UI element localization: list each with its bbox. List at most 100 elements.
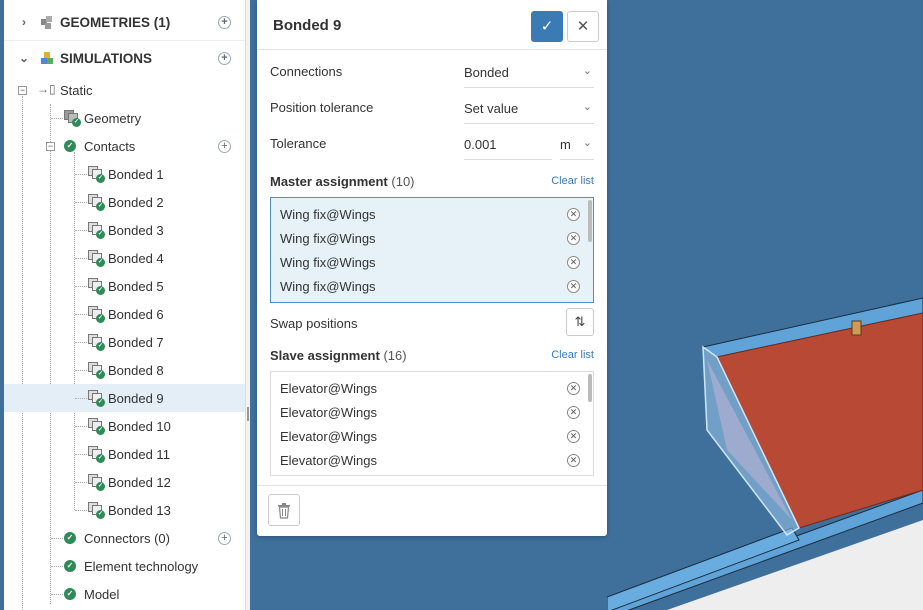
list-item[interactable]: Wing fix@Wings ✕ — [280, 203, 580, 227]
chevron-down-icon: ⌄ — [582, 65, 592, 77]
tree-item-bonded[interactable]: ✓ Bonded 1 — [4, 160, 245, 188]
add-contact-button[interactable]: + — [218, 139, 231, 153]
tree-item-bonded[interactable]: ✓ Bonded 3 — [4, 216, 245, 244]
tree-item-geometry[interactable]: ✓ Geometry — [4, 104, 245, 132]
unit-value: m — [560, 137, 571, 152]
tree-item-bonded-selected[interactable]: ✓ Bonded 9 — [4, 384, 245, 412]
tree-item-model[interactable]: ✓ Model — [4, 580, 245, 608]
bonded-contact-icon: ✓ — [88, 250, 105, 267]
tree-line — [75, 258, 87, 259]
assignment-title: Slave assignment (16) — [270, 348, 407, 363]
tree-item-bonded[interactable]: ✓ Bonded 2 — [4, 188, 245, 216]
tree-item-bonded[interactable]: ✓ Bonded 10 — [4, 412, 245, 440]
item-label: Wing fix@Wings — [280, 231, 376, 246]
add-simulation-button[interactable]: + — [218, 51, 231, 65]
position-tolerance-select[interactable]: Set value ⌄ — [464, 92, 594, 124]
clear-slave-list-link[interactable]: Clear list — [551, 349, 594, 361]
tree-item-label: Bonded 5 — [108, 278, 164, 294]
tree-section-label: SIMULATIONS — [60, 50, 152, 66]
list-item[interactable]: Wing fix@Wings ✕ — [280, 251, 580, 275]
tree-line — [75, 314, 87, 315]
clear-master-list-link[interactable]: Clear list — [551, 175, 594, 187]
check-circle-icon: ✓ — [64, 532, 76, 544]
bonded-contact-icon: ✓ — [88, 502, 105, 519]
bonded-contact-icon: ✓ — [88, 222, 105, 239]
tree-line — [75, 174, 87, 175]
tree-item-label: Element technology — [84, 558, 199, 574]
add-connector-button[interactable]: + — [218, 531, 231, 545]
slave-assignment-list[interactable]: Elevator@Wings ✕ Elevator@Wings ✕ Elevat… — [270, 371, 594, 476]
tolerance-input[interactable]: 0.001 — [464, 128, 552, 160]
check-circle-icon: ✓ — [64, 140, 76, 152]
chevron-right-icon[interactable]: › — [18, 15, 30, 29]
tolerance-unit-select[interactable]: m ⌄ — [560, 128, 594, 160]
bonded-contact-icon: ✓ — [88, 474, 105, 491]
list-scrollbar[interactable] — [588, 200, 592, 242]
tree-item-bonded[interactable]: ✓ Bonded 6 — [4, 300, 245, 328]
simulations-icon — [41, 52, 53, 64]
tree-item-bonded[interactable]: ✓ Bonded 11 — [4, 440, 245, 468]
remove-item-icon[interactable]: ✕ — [567, 208, 580, 221]
collapse-icon[interactable]: − — [18, 86, 27, 95]
select-value: Bonded — [464, 65, 509, 80]
list-item[interactable]: Elevator@Wings ✕ — [280, 401, 580, 425]
3d-viewport[interactable] — [606, 0, 923, 610]
bonded-contact-icon: ✓ — [88, 306, 105, 323]
collapse-icon[interactable]: − — [46, 142, 55, 151]
tree-item-element-technology[interactable]: ✓ Element technology — [4, 552, 245, 580]
tree-item-bonded[interactable]: ✓ Bonded 7 — [4, 328, 245, 356]
remove-item-icon[interactable]: ✕ — [567, 232, 580, 245]
list-item[interactable]: Wing fix@Wings ✕ — [280, 227, 580, 251]
geometries-icon — [41, 16, 52, 29]
swap-positions-button[interactable]: ⇅ — [566, 308, 594, 336]
tree-section-geometries[interactable]: › GEOMETRIES (1) + — [4, 4, 245, 40]
list-item[interactable]: Elevator@Wings ✕ — [280, 377, 580, 401]
tree-item-bonded[interactable]: ✓ Bonded 13 — [4, 496, 245, 524]
tree-line — [51, 566, 63, 567]
connections-select[interactable]: Bonded ⌄ — [464, 56, 594, 88]
swap-label: Swap positions — [270, 316, 358, 331]
input-value: 0.001 — [464, 137, 497, 152]
list-item[interactable]: Elevator@Wings ✕ — [280, 425, 580, 449]
tree-section-label: GEOMETRIES (1) — [60, 14, 171, 30]
tree-item-label: Bonded 11 — [108, 446, 170, 462]
tree-line — [75, 398, 87, 399]
confirm-button[interactable]: ✓ — [531, 11, 563, 42]
tree-item-contacts[interactable]: − ✓ Contacts + — [4, 132, 245, 160]
bonded-contact-icon: ✓ — [88, 194, 105, 211]
panel-title: Bonded 9 — [273, 17, 342, 34]
remove-item-icon[interactable]: ✕ — [567, 382, 580, 395]
tree-item-label: Bonded 4 — [108, 250, 164, 266]
swap-positions-row: Swap positions ⇅ — [270, 308, 594, 338]
slave-assignment-header: Slave assignment (16) Clear list — [270, 345, 594, 365]
panel-resize-handle[interactable] — [245, 0, 250, 610]
remove-item-icon[interactable]: ✕ — [567, 430, 580, 443]
list-item[interactable]: Elevator@Wings ✕ — [280, 449, 580, 473]
connections-field: Connections Bonded ⌄ — [270, 54, 594, 90]
tree-item-bonded[interactable]: ✓ Bonded 12 — [4, 468, 245, 496]
tree-item-connectors[interactable]: ✓ Connectors (0) + — [4, 524, 245, 552]
item-label: Wing fix@Wings — [280, 207, 376, 222]
remove-item-icon[interactable]: ✕ — [567, 280, 580, 293]
chevron-down-icon: ⌄ — [582, 137, 592, 149]
tree-item-bonded[interactable]: ✓ Bonded 4 — [4, 244, 245, 272]
tree-section-simulations[interactable]: ⌄ SIMULATIONS + — [4, 40, 245, 76]
chevron-down-icon[interactable]: ⌄ — [18, 51, 30, 65]
item-label: Wing fix@Wings — [280, 279, 376, 294]
tree-line — [51, 538, 63, 539]
field-label: Connections — [270, 64, 343, 79]
add-geometry-button[interactable]: + — [218, 15, 231, 29]
remove-item-icon[interactable]: ✕ — [567, 454, 580, 467]
remove-item-icon[interactable]: ✕ — [567, 406, 580, 419]
delete-button[interactable] — [268, 494, 300, 526]
close-button[interactable]: ✕ — [567, 11, 599, 42]
tree-item-bonded[interactable]: ✓ Bonded 8 — [4, 356, 245, 384]
tree-item-static[interactable]: − →▯ Static — [4, 76, 245, 104]
tree-item-label: Bonded 2 — [108, 194, 164, 210]
tree-item-bonded[interactable]: ✓ Bonded 5 — [4, 272, 245, 300]
remove-item-icon[interactable]: ✕ — [567, 256, 580, 269]
master-assignment-list[interactable]: Wing fix@Wings ✕ Wing fix@Wings ✕ Wing f… — [270, 197, 594, 303]
list-scrollbar[interactable] — [588, 374, 592, 402]
bonded-contact-icon: ✓ — [88, 446, 105, 463]
list-item[interactable]: Wing fix@Wings ✕ — [280, 275, 580, 299]
